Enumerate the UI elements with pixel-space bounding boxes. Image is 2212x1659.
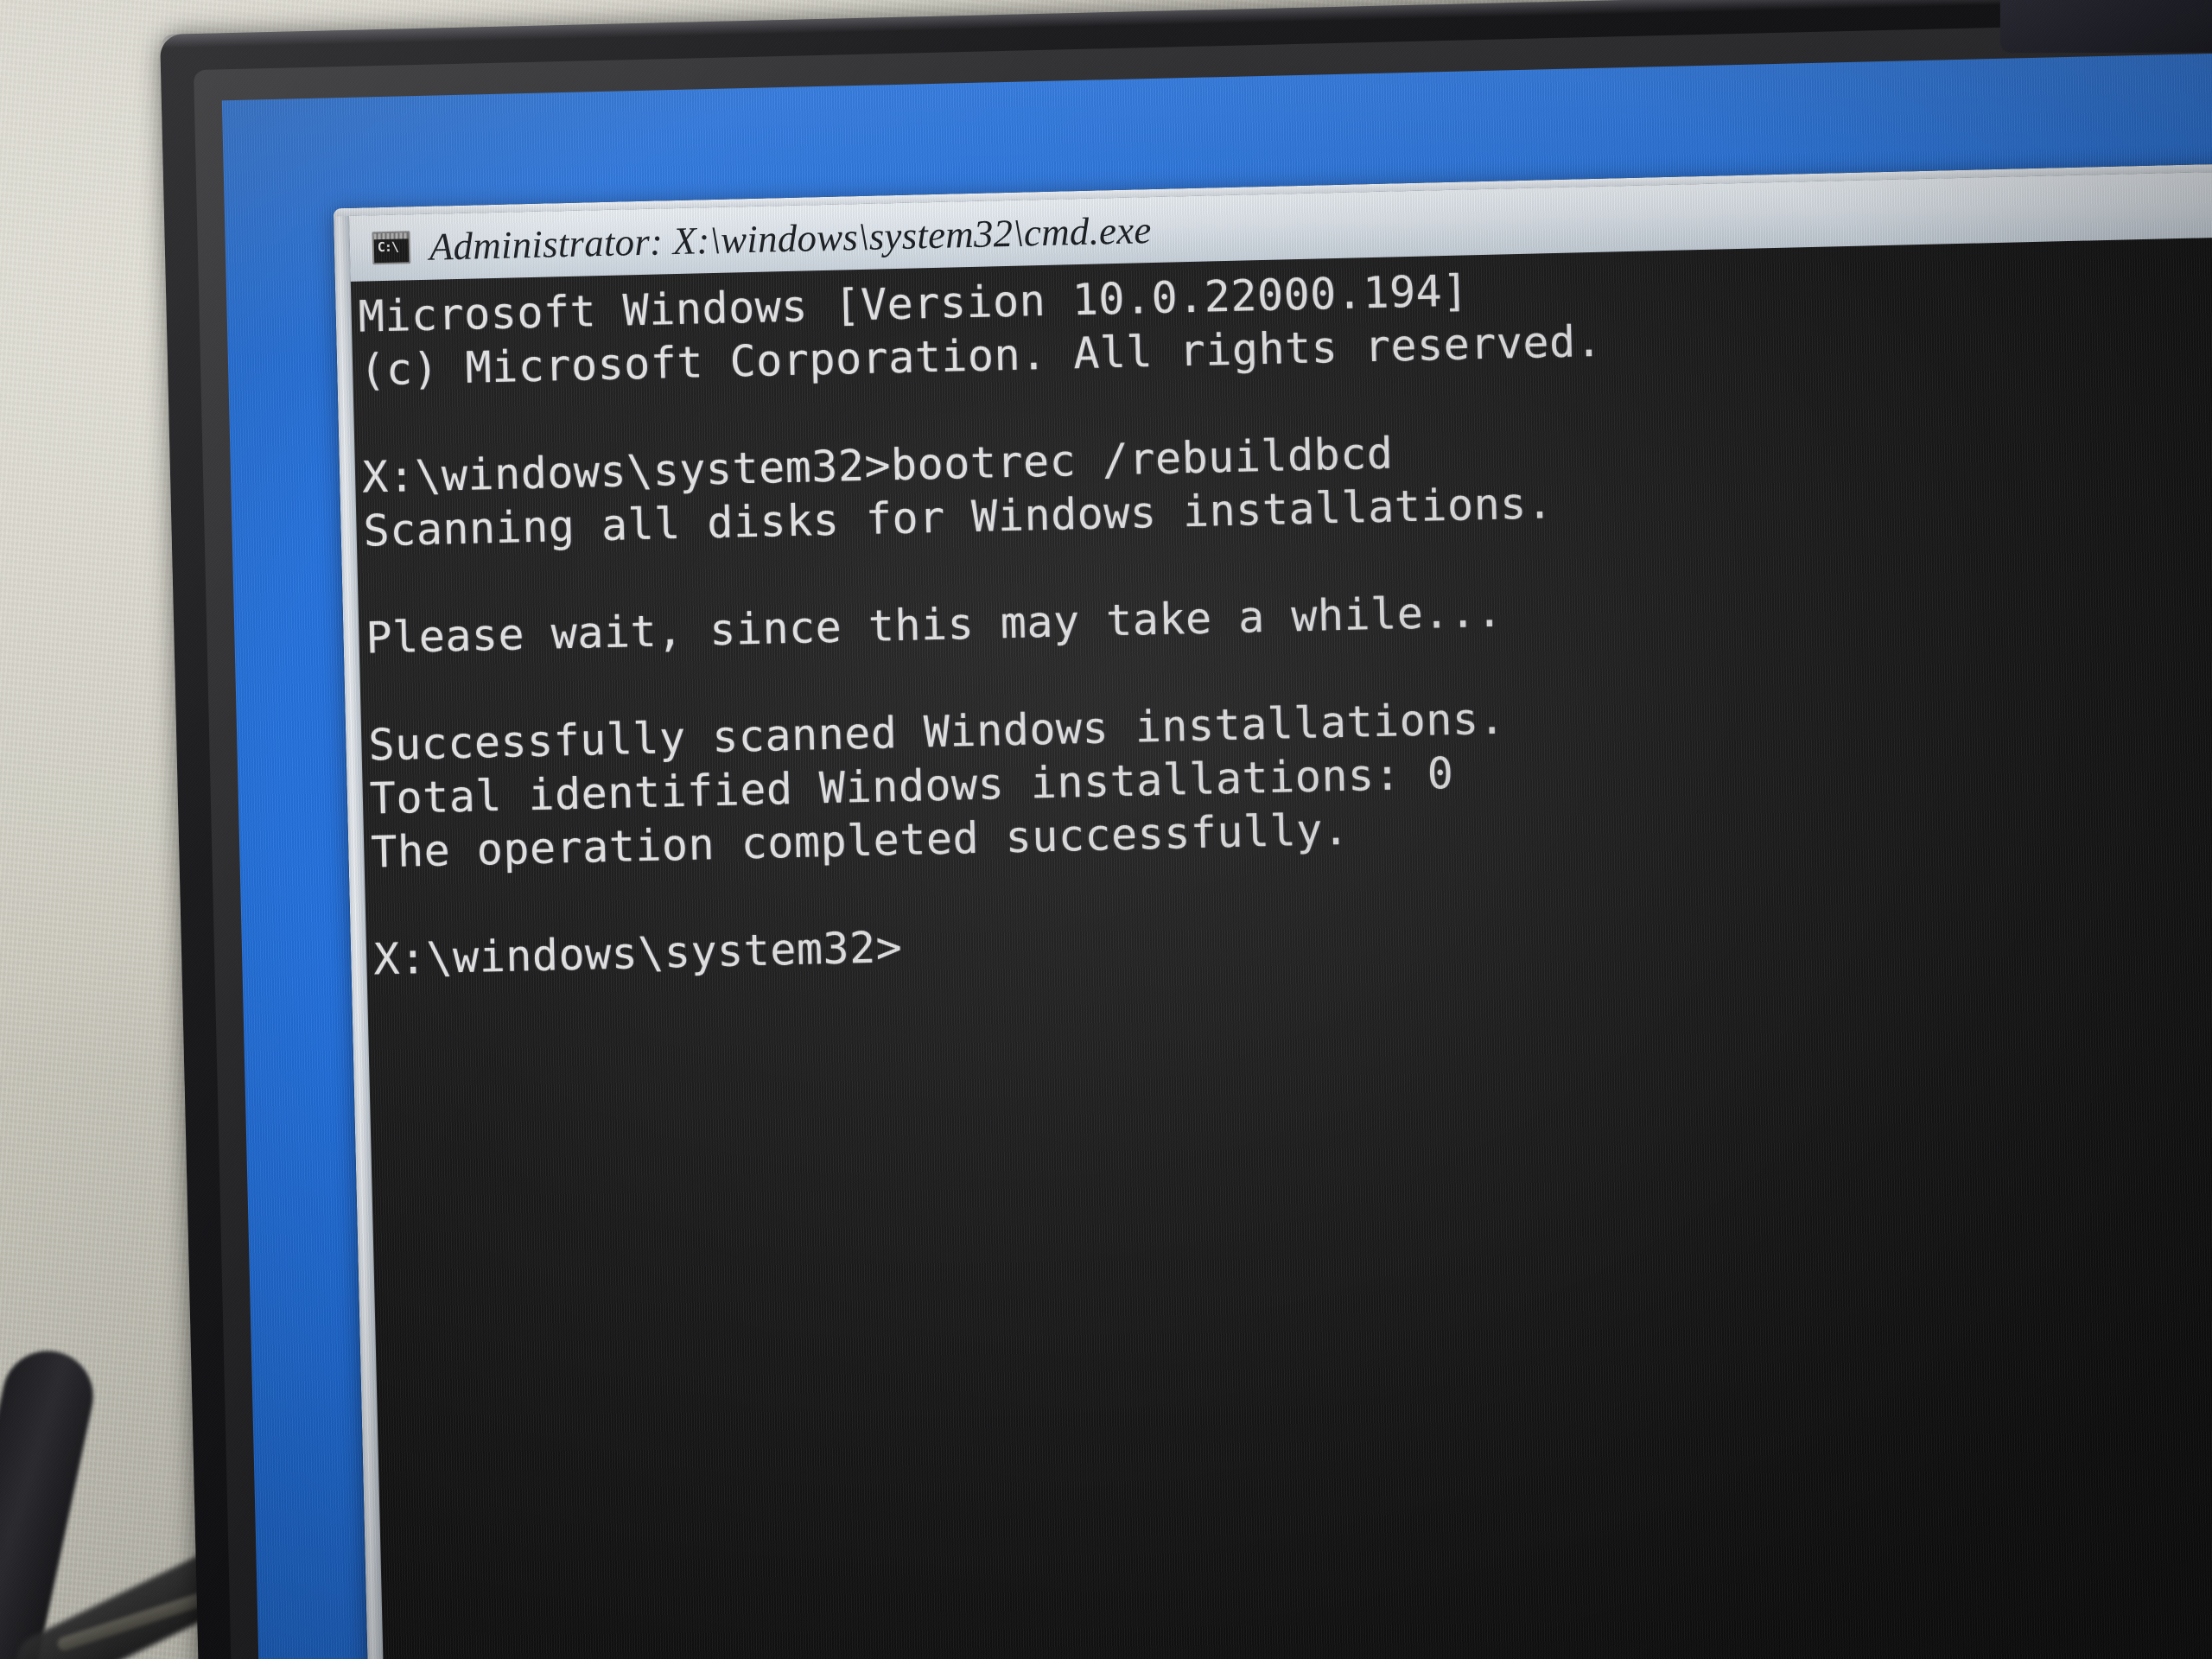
screen: C:\ Administrator: X:\windows\system32\c…: [221, 50, 2212, 1659]
photo-scene: C:\ Administrator: X:\windows\system32\c…: [0, 0, 2212, 1659]
top-edge-object: [1999, 0, 2212, 54]
monitor: C:\ Administrator: X:\windows\system32\c…: [160, 0, 2212, 1659]
console-output[interactable]: Microsoft Windows [Version 10.0.22000.19…: [350, 232, 2212, 1659]
console-window[interactable]: C:\ Administrator: X:\windows\system32\c…: [333, 159, 2212, 1659]
cmd-icon: C:\: [372, 231, 411, 265]
cmd-icon-glyph: C:\: [377, 238, 399, 256]
window-title: Administrator: X:\windows\system32\cmd.e…: [429, 208, 1153, 269]
